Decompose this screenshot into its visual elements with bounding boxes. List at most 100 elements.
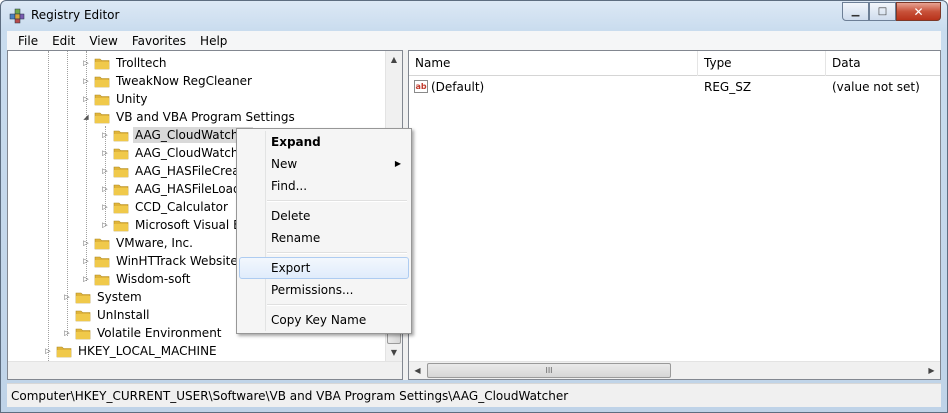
scroll-left-arrow-icon[interactable]: ◀	[409, 362, 426, 379]
tree-item-label: Unity	[116, 92, 148, 106]
registry-editor-icon	[9, 8, 25, 24]
expand-arrow-icon[interactable]: ▷	[81, 275, 91, 283]
folder-icon	[94, 112, 110, 123]
title-bar[interactable]: Registry Editor ▁ □ ✕	[1, 1, 947, 31]
list-horizontal-scrollbar[interactable]: ◀ III ▶	[409, 361, 940, 379]
menu-separator	[267, 304, 407, 306]
status-bar-path: Computer\HKEY_CURRENT_USER\Software\VB a…	[7, 383, 941, 407]
horizontal-scroll-thumb[interactable]: III	[427, 363, 671, 378]
expand-arrow-icon[interactable]: ▷	[100, 149, 110, 157]
tree-item[interactable]: ▷ CCD_Calculator	[100, 198, 230, 216]
tree-item-label: UnInstall	[97, 308, 150, 322]
expand-arrow-icon[interactable]: ▷	[100, 203, 110, 211]
tree-item[interactable]: ▷ Trolltech	[81, 54, 169, 72]
menu-item-export[interactable]: Export	[239, 257, 409, 279]
menu-item-copy-key-name[interactable]: Copy Key Name	[239, 309, 409, 331]
scroll-up-arrow-icon[interactable]: ▲	[386, 51, 402, 68]
menu-item-label: Copy Key Name	[271, 313, 367, 327]
menu-item-label: Delete	[271, 209, 311, 223]
tree-item-label: Volatile Environment	[97, 326, 222, 340]
menu-item-delete[interactable]: Delete	[239, 205, 409, 227]
svg-text:ab: ab	[416, 82, 427, 91]
tree-item[interactable]: ◢ VB and VBA Program Settings	[81, 108, 297, 126]
expand-arrow-icon[interactable]: ▷	[43, 347, 53, 355]
scroll-down-arrow-icon[interactable]: ▼	[386, 344, 402, 361]
menu-item-permissions[interactable]: Permissions...	[239, 279, 409, 301]
tree-item-label: Trolltech	[116, 56, 167, 70]
expand-arrow-icon[interactable]: ▷	[81, 257, 91, 265]
expand-arrow-icon[interactable]: ▷	[100, 185, 110, 193]
value-type: REG_SZ	[704, 80, 752, 94]
menu-separator	[267, 252, 407, 254]
column-header-name[interactable]: Name	[409, 51, 698, 76]
tree-item-label: AAG_CloudWatcher	[133, 127, 253, 143]
tree-item[interactable]: UnInstall	[62, 306, 152, 324]
value-name-cell: ab (Default)	[414, 78, 484, 96]
tree-item[interactable]: ▷ VMware, Inc.	[81, 234, 195, 252]
menu-edit[interactable]: Edit	[45, 34, 82, 48]
tree-item[interactable]: ▷ WinHTTrack Website Co	[81, 252, 259, 270]
list-header: Name Type Data	[409, 51, 940, 76]
folder-icon	[94, 256, 110, 267]
maximize-button[interactable]: □	[869, 2, 896, 21]
folder-icon	[113, 184, 129, 195]
menu-item-new[interactable]: New ▶	[239, 153, 409, 175]
expand-arrow-icon[interactable]: ▷	[81, 95, 91, 103]
tree-item[interactable]: ▷ AAG_HASFileCreate	[100, 162, 254, 180]
expand-arrow-icon[interactable]: ▷	[100, 167, 110, 175]
minimize-icon: ▁	[851, 6, 860, 17]
folder-icon	[94, 94, 110, 105]
menu-bar: File Edit View Favorites Help	[7, 31, 941, 50]
column-header-type[interactable]: Type	[698, 51, 826, 76]
tree-horizontal-scrollbar[interactable]	[8, 361, 402, 379]
menu-view[interactable]: View	[82, 34, 124, 48]
tree-guide-line	[48, 51, 49, 361]
expand-arrow-icon[interactable]: ▷	[100, 131, 110, 139]
tree-item[interactable]: ▷ Volatile Environment	[62, 324, 224, 342]
folder-icon	[113, 130, 129, 141]
folder-icon	[94, 58, 110, 69]
expand-arrow-icon[interactable]: ▷	[81, 239, 91, 247]
column-header-data[interactable]: Data	[826, 51, 940, 76]
tree-item-label: TweakNow RegCleaner	[116, 74, 252, 88]
value-row[interactable]: ab (Default) REG_SZ (value not set)	[409, 78, 940, 96]
tree-item[interactable]: ▷ AAG_CloudWatcher_	[100, 144, 259, 162]
folder-icon	[94, 238, 110, 249]
menu-item-label: Find...	[271, 179, 308, 193]
expand-arrow-icon[interactable]: ▷	[62, 293, 72, 301]
values-list-pane: Name Type Data ab (Default) REG_SZ (valu…	[408, 50, 941, 380]
tree-item[interactable]: ▷ HKEY_LOCAL_MACHINE	[43, 342, 219, 360]
menu-item-label: Expand	[271, 135, 321, 149]
tree-item-label: System	[97, 290, 142, 304]
tree-item[interactable]: ▷ TweakNow RegCleaner	[81, 72, 254, 90]
expand-arrow-icon[interactable]: ▷	[62, 329, 72, 337]
menu-item-find[interactable]: Find...	[239, 175, 409, 197]
scroll-right-arrow-icon[interactable]: ▶	[923, 362, 940, 379]
minimize-button[interactable]: ▁	[842, 2, 869, 21]
maximize-icon: □	[877, 6, 888, 17]
tree-item[interactable]: ▷ AAG_CloudWatcher	[100, 126, 253, 144]
close-button[interactable]: ✕	[896, 2, 941, 21]
menu-item-expand[interactable]: Expand	[239, 131, 409, 153]
folder-icon	[113, 220, 129, 231]
folder-icon	[113, 148, 129, 159]
expand-arrow-icon[interactable]: ▷	[81, 77, 91, 85]
tree-item[interactable]: ▷ System	[62, 288, 144, 306]
folder-icon	[113, 202, 129, 213]
tree-item[interactable]: ▷ Wisdom-soft	[81, 270, 192, 288]
expand-arrow-icon[interactable]: ▷	[81, 59, 91, 67]
menu-favorites[interactable]: Favorites	[125, 34, 193, 48]
collapse-arrow-icon[interactable]: ◢	[81, 113, 91, 121]
tree-item[interactable]: ▷ AAG_HASFileLoader	[100, 180, 255, 198]
menu-help[interactable]: Help	[193, 34, 234, 48]
tree-item[interactable]: ▷ Microsoft Visual Bas	[100, 216, 257, 234]
tree-item-label: VB and VBA Program Settings	[116, 110, 295, 124]
folder-icon	[113, 166, 129, 177]
registry-editor-window: Registry Editor ▁ □ ✕ File Edit View Fav…	[0, 0, 948, 413]
menu-item-rename[interactable]: Rename	[239, 227, 409, 249]
expand-arrow-icon[interactable]: ▷	[100, 221, 110, 229]
menu-item-label: Rename	[271, 231, 321, 245]
menu-file[interactable]: File	[11, 34, 45, 48]
value-name: (Default)	[431, 80, 485, 94]
tree-item[interactable]: ▷ Unity	[81, 90, 150, 108]
